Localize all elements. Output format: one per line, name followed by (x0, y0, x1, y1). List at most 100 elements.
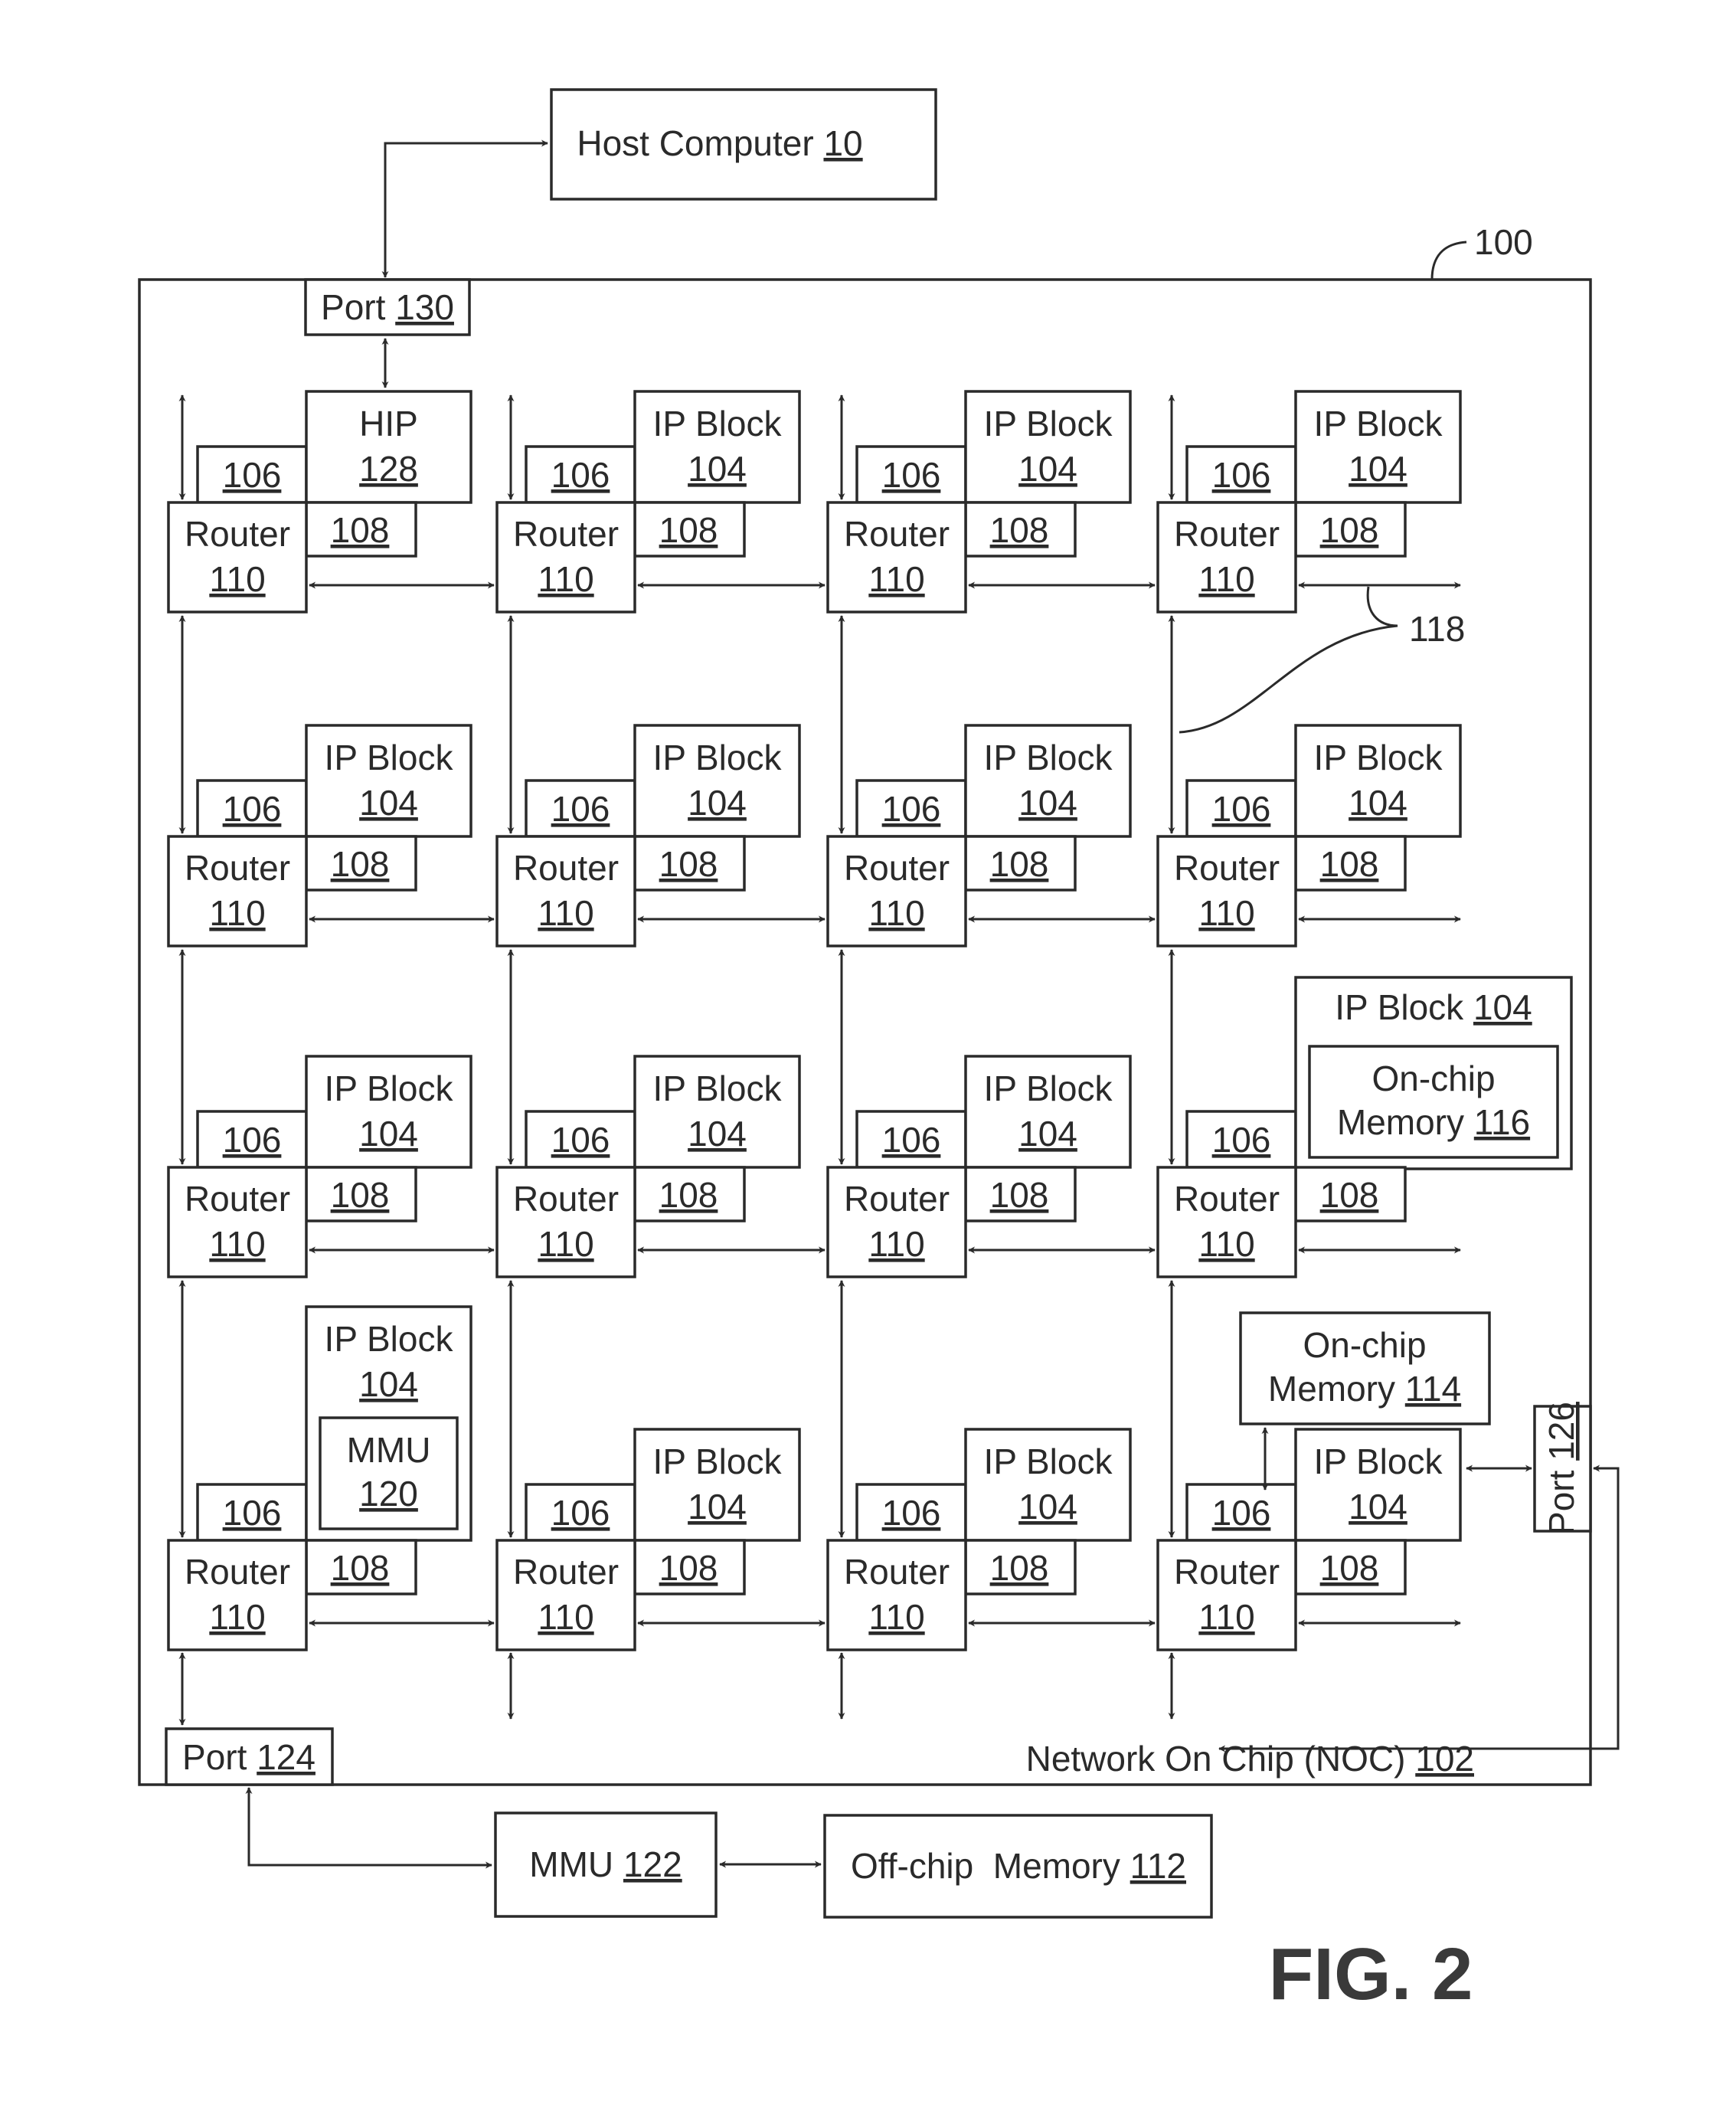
router-110: Router 110 (167, 1166, 308, 1278)
mmu-label: MMU (347, 1430, 431, 1470)
interface-106: 106 (855, 779, 967, 838)
controller-ref: 108 (331, 844, 390, 884)
interface-106: 106 (1185, 1483, 1297, 1542)
ip-block: IP Block 104 (964, 724, 1132, 838)
ip-block: IP Block 104 (633, 1055, 801, 1169)
interface-106: 106 (196, 445, 308, 504)
router-label: Router (513, 514, 619, 554)
node-r4-c3: 106 IP Block 104 108 Router 110 (826, 1428, 1132, 1651)
controller-108: 108 (633, 1166, 746, 1222)
ip-block: IP Block 104 (1294, 1428, 1462, 1542)
node-r2-c3: 106 IP Block 104 108 Router 110 (826, 724, 1132, 947)
node-r1-c2: 106 IP Block 104 108 Router 110 (495, 390, 801, 614)
interface-ref: 106 (551, 1493, 610, 1533)
interface-106: 106 (1185, 445, 1297, 504)
node-r3-c4: 106 IP Block 104 On-chip Memory 116 108 Route… (1156, 976, 1573, 1278)
ip-ref: 104 (1018, 1487, 1077, 1527)
interface-ref: 106 (223, 1493, 282, 1533)
controller-ref: 108 (990, 1548, 1049, 1588)
router-ref: 110 (1198, 1597, 1254, 1637)
figure-title: FIG. 2 (1269, 1933, 1473, 2015)
router-110: Router 110 (167, 1539, 308, 1651)
node-r2-c4: 106 IP Block 104 108 Router 110 (1156, 724, 1462, 947)
interface-ref: 106 (1212, 1493, 1271, 1533)
ip-label: IP Block (1314, 404, 1443, 443)
interface-ref: 106 (882, 455, 941, 495)
controller-108: 108 (1294, 1166, 1407, 1222)
interface-106: 106 (196, 1483, 308, 1542)
svg-text:Port 126: Port 126 (1541, 1402, 1581, 1535)
router-ref: 110 (1198, 559, 1254, 599)
ip-label: IP Block (984, 738, 1113, 777)
ip-block: IP Block 104 (633, 724, 801, 838)
ip-ref: 104 (1018, 1114, 1077, 1154)
router-label: Router (513, 1179, 619, 1219)
controller-ref: 108 (659, 844, 718, 884)
router-label: Router (185, 1552, 290, 1592)
offchip-memory-112: Off-chip Memory 112 (823, 1814, 1213, 1919)
ip-ref: 104 (688, 449, 747, 489)
port-124: Port 124 (165, 1727, 334, 1786)
router-label: Router (844, 1179, 950, 1219)
mmu-122: MMU 122 (494, 1811, 718, 1918)
router-110: Router 110 (826, 1166, 967, 1278)
ip-label: IP Block (325, 1068, 454, 1108)
controller-ref: 108 (659, 1548, 718, 1588)
router-label: Router (513, 848, 619, 888)
router-110: Router 110 (495, 1539, 636, 1651)
node-r2-c1: 106 IP Block 104 108 Router 110 (167, 724, 472, 947)
controller-ref: 108 (659, 1175, 718, 1215)
interface-ref: 106 (1212, 789, 1271, 829)
chip-ref: 100 (1474, 222, 1533, 262)
interface-ref: 106 (882, 1120, 941, 1160)
router-label: Router (844, 848, 950, 888)
router-label: Router (513, 1552, 619, 1592)
interface-106: 106 (1185, 1110, 1297, 1169)
router-110: Router 110 (1156, 501, 1297, 614)
router-110: Router 110 (167, 501, 308, 614)
interface-ref: 106 (1212, 455, 1271, 495)
controller-ref: 108 (659, 510, 718, 550)
router-ref: 110 (868, 1224, 924, 1264)
ip-ref: 104 (688, 1487, 747, 1527)
interface-ref: 106 (882, 1493, 941, 1533)
ip-block: IP Block 104 (1294, 390, 1462, 504)
router-label: Router (1174, 514, 1280, 554)
router-110: Router 110 (826, 501, 967, 614)
controller-108: 108 (964, 835, 1077, 892)
ip-label: IP Block (984, 1442, 1113, 1481)
node-r4-c2: 106 IP Block 104 108 Router 110 (495, 1428, 801, 1651)
router-ref: 110 (209, 1597, 265, 1637)
controller-108: 108 (633, 501, 746, 558)
ip-ref: 104 (359, 1364, 418, 1404)
hip-block: HIP 128 (305, 390, 472, 504)
node-r1-c4: 106 IP Block 104 108 Router 110 (1156, 390, 1462, 614)
svg-text:Off-chip Memory 112: Off-chip Memory 112 (851, 1846, 1186, 1886)
onchip-memory-114: On-chip Memory 114 (1239, 1311, 1491, 1425)
router-label: Router (844, 1552, 950, 1592)
controller-ref: 108 (331, 1175, 390, 1215)
ip-block: IP Block 104 (305, 724, 472, 838)
ip-ref: 104 (1349, 783, 1407, 823)
node-r3-c3: 106 IP Block 104 108 Router 110 (826, 1055, 1132, 1278)
router-110: Router 110 (495, 501, 636, 614)
router-label: Router (1174, 1552, 1280, 1592)
router-110: Router 110 (1156, 835, 1297, 947)
interface-106: 106 (525, 1110, 636, 1169)
ip-label: IP Block (325, 738, 454, 777)
interface-ref: 106 (223, 789, 282, 829)
node-r4-c1: 106 IP Block 104 MMU120 108 Router 110 (167, 1305, 472, 1651)
router-ref: 110 (538, 1597, 593, 1637)
ip-label: IP Block (325, 1319, 454, 1359)
controller-108: 108 (305, 501, 417, 558)
router-110: Router 110 (1156, 1166, 1297, 1278)
router-ref: 110 (1198, 893, 1254, 933)
controller-ref: 108 (1320, 510, 1379, 550)
node-r1-c3: 106 IP Block 104 108 Router 110 (826, 390, 1132, 614)
node-r2-c2: 106 IP Block 104 108 Router 110 (495, 724, 801, 947)
ip-ref: 104 (1349, 1487, 1407, 1527)
router-ref: 110 (209, 559, 265, 599)
router-label: Router (1174, 1179, 1280, 1219)
router-ref: 110 (209, 1224, 265, 1264)
memory-ref: Memory 116 (1337, 1102, 1530, 1142)
